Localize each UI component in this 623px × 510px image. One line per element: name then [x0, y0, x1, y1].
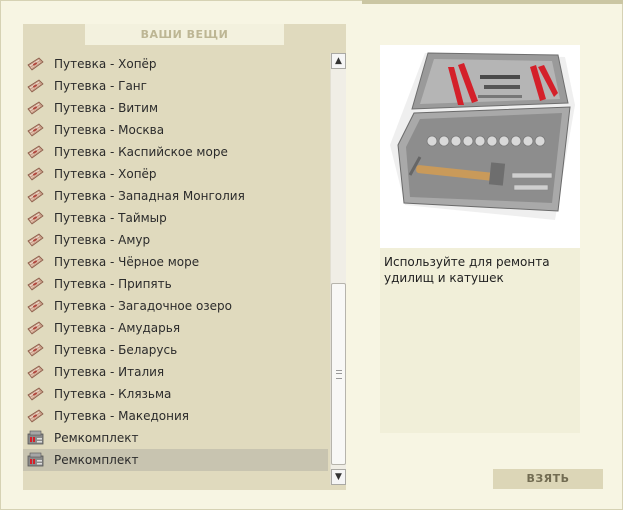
list-item[interactable]: Ремкомплект [23, 449, 328, 471]
voucher-icon [27, 255, 44, 269]
repair-kit-icon [27, 430, 44, 445]
list-item[interactable]: Путевка - Витим [23, 97, 328, 119]
tool-case-image [380, 45, 580, 248]
scroll-down-button[interactable]: ▼ [331, 469, 346, 485]
voucher-icon [27, 321, 44, 335]
voucher-icon [27, 167, 44, 181]
list-item-label: Путевка - Москва [54, 123, 165, 137]
list-item[interactable]: Путевка - Припять [23, 273, 328, 295]
voucher-icon [27, 123, 44, 137]
list-item-label: Путевка - Загадочное озеро [54, 299, 233, 313]
scroll-up-button[interactable]: ▲ [331, 53, 346, 69]
voucher-icon [27, 409, 44, 423]
list-item[interactable]: Путевка - Чёрное море [23, 251, 328, 273]
list-item[interactable]: Путевка - Беларусь [23, 339, 328, 361]
voucher-icon [27, 233, 44, 247]
list-item-label: Путевка - Клязьма [54, 387, 172, 401]
voucher-icon [27, 277, 44, 291]
list-item-label: Путевка - Амударья [54, 321, 181, 335]
list-item[interactable]: Путевка - Амур [23, 229, 328, 251]
top-divider [362, 0, 623, 4]
list-item-label: Путевка - Хопёр [54, 57, 157, 71]
list-item-label: Путевка - Беларусь [54, 343, 178, 357]
list-item[interactable]: Путевка - Хопёр [23, 53, 328, 75]
list-item[interactable]: Путевка - Загадочное озеро [23, 295, 328, 317]
list-item-label: Путевка - Ганг [54, 79, 147, 93]
voucher-icon [27, 57, 44, 71]
list-item-label: Путевка - Западная Монголия [54, 189, 245, 203]
list-item[interactable]: Путевка - Хопёр [23, 163, 328, 185]
voucher-icon [27, 343, 44, 357]
list-item-label: Путевка - Чёрное море [54, 255, 200, 269]
list-item[interactable]: Путевка - Амударья [23, 317, 328, 339]
list-item-label: Путевка - Италия [54, 365, 165, 379]
voucher-icon [27, 365, 44, 379]
list-item[interactable]: Путевка - Клязьма [23, 383, 328, 405]
list-item[interactable]: Путевка - Москва [23, 119, 328, 141]
list-item-label: Ремкомплект [54, 453, 139, 467]
voucher-icon [27, 145, 44, 159]
voucher-icon [27, 79, 44, 93]
take-button[interactable]: ВЗЯТЬ [493, 469, 603, 489]
list-item-label: Путевка - Припять [54, 277, 172, 291]
voucher-icon [27, 387, 44, 401]
voucher-icon [27, 211, 44, 225]
list-item-label: Ремкомплект [54, 431, 139, 445]
voucher-icon [27, 101, 44, 115]
scroll-grip-icon [336, 370, 342, 379]
list-item[interactable]: Путевка - Таймыр [23, 207, 328, 229]
list-item-label: Путевка - Хопёр [54, 167, 157, 181]
items-list: Путевка - Хопёр Путевка - Ганг Путевка -… [23, 53, 328, 485]
list-item[interactable]: Ремкомплект [23, 427, 328, 449]
voucher-icon [27, 299, 44, 313]
list-item-label: Путевка - Амур [54, 233, 151, 247]
list-item-label: Путевка - Таймыр [54, 211, 167, 225]
list-item-label: Путевка - Македония [54, 409, 189, 423]
list-item[interactable]: Путевка - Ганг [23, 75, 328, 97]
scroll-thumb[interactable] [331, 283, 346, 465]
list-item[interactable]: Путевка - Италия [23, 361, 328, 383]
items-scrollbar[interactable]: ▲ ▼ [330, 53, 346, 485]
list-item[interactable]: Путевка - Каспийское море [23, 141, 328, 163]
panel-title: ВАШИ ВЕЩИ [85, 24, 284, 45]
list-item[interactable]: Путевка - Западная Монголия [23, 185, 328, 207]
list-item[interactable]: Путевка - Македония [23, 405, 328, 427]
list-item-label: Путевка - Витим [54, 101, 159, 115]
repair-kit-icon [27, 452, 44, 467]
item-description: Используйте для ремонта удилищ и катушек [384, 255, 550, 285]
list-item-label: Путевка - Каспийское море [54, 145, 228, 159]
voucher-icon [27, 189, 44, 203]
